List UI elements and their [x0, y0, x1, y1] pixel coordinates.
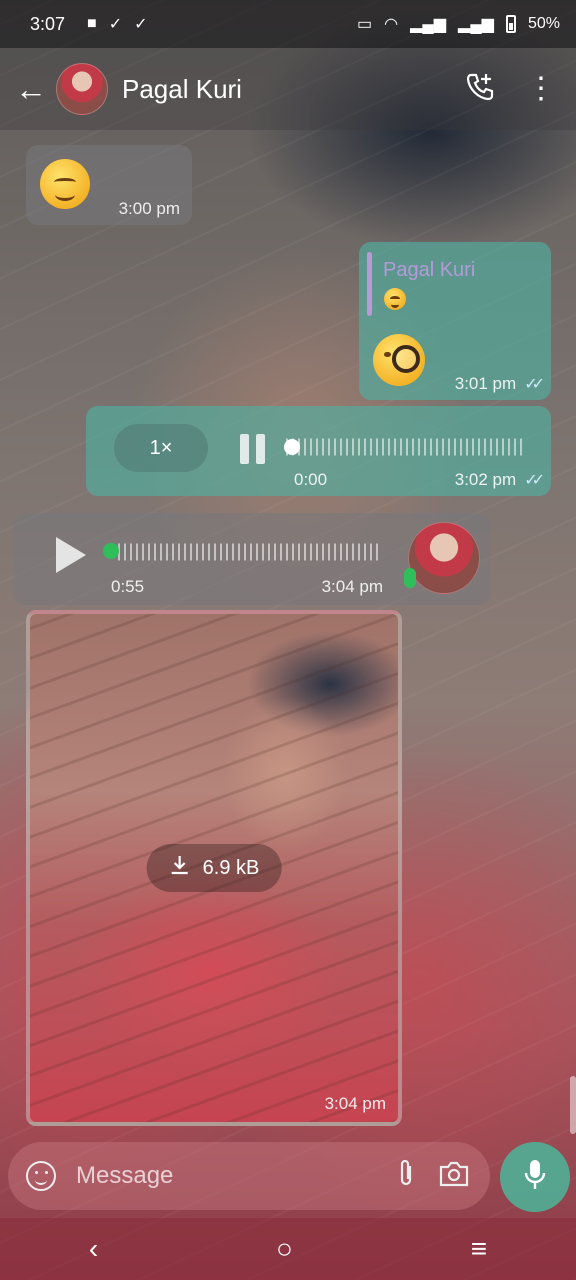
- message-time: 3:04 pm: [321, 577, 383, 596]
- reply-quote-bar: [367, 252, 372, 316]
- check-icon: ✓: [108, 16, 123, 33]
- playback-scrubber[interactable]: [284, 439, 300, 455]
- voice-message-outgoing[interactable]: 1× 0:00 3:02 pm ✓✓: [86, 406, 551, 496]
- sender-avatar: [408, 522, 480, 594]
- pause-icon[interactable]: [240, 434, 265, 464]
- add-call-icon[interactable]: [464, 71, 496, 108]
- voice-waveform[interactable]: [118, 538, 380, 566]
- playback-scrubber[interactable]: [103, 543, 119, 559]
- message-bubble-outgoing[interactable]: Pagal Kuri 3:01 pm ✓✓: [359, 242, 551, 400]
- reply-sender-name: Pagal Kuri: [383, 259, 476, 281]
- mic-icon: [404, 568, 416, 588]
- camera-icon[interactable]: [438, 1160, 470, 1193]
- back-arrow-icon[interactable]: ←: [6, 71, 56, 108]
- microphone-icon: [522, 1158, 548, 1197]
- read-ticks-icon: ✓✓: [524, 472, 545, 489]
- message-composer: [8, 1142, 490, 1210]
- voice-elapsed: 0:00: [294, 470, 328, 489]
- nav-back-icon[interactable]: ‹: [89, 1233, 98, 1265]
- contact-name[interactable]: Pagal Kuri: [122, 74, 242, 105]
- check-icon: ✓: [134, 16, 148, 33]
- scrollbar-thumb[interactable]: [570, 1076, 576, 1134]
- voice-duration: 0:55: [111, 577, 145, 596]
- message-bubble-incoming[interactable]: 3:00 pm: [26, 145, 192, 225]
- signal-icon: ▂▄▆: [410, 16, 447, 33]
- message-time: 3:02 pm: [454, 470, 517, 489]
- download-button[interactable]: 6.9 kB: [146, 844, 282, 892]
- nav-home-icon[interactable]: ○: [276, 1233, 293, 1265]
- voice-waveform[interactable]: [286, 433, 522, 461]
- wifi-icon: ◠: [384, 16, 399, 33]
- message-input[interactable]: [76, 1162, 396, 1190]
- more-options-icon[interactable]: ⋮: [526, 74, 556, 104]
- download-icon: [169, 854, 191, 882]
- battery-icon: [505, 15, 516, 33]
- message-time: 3:01 pm: [454, 374, 517, 393]
- emoji-icon[interactable]: [26, 1161, 56, 1191]
- voice-message-incoming[interactable]: 0:55 3:04 pm: [14, 513, 490, 605]
- photo-message[interactable]: 6.9 kB 3:04 pm: [26, 610, 402, 1126]
- playback-speed-button[interactable]: 1×: [114, 424, 208, 472]
- video-icon: ■: [87, 15, 97, 32]
- system-nav-bar: ‹ ○ ≡: [0, 1218, 576, 1280]
- voice-record-button[interactable]: [500, 1142, 570, 1212]
- status-bar: 3:07 ■ ✓ ✓ ▭ ◠ ▂▄▆ ▂▄▆ 50%: [0, 0, 576, 48]
- message-time: 3:04 pm: [324, 1094, 386, 1113]
- monocle-emoji-icon: [373, 334, 425, 386]
- quoted-emoji-icon: [384, 288, 406, 310]
- contact-avatar[interactable]: [56, 63, 108, 115]
- battery-level: 50%: [527, 15, 560, 32]
- read-ticks-icon: ✓✓: [524, 376, 545, 393]
- status-time: 3:07: [30, 13, 66, 34]
- nav-recents-icon[interactable]: ≡: [471, 1233, 487, 1265]
- signal-icon: ▂▄▆: [458, 16, 494, 33]
- chat-header: ← Pagal Kuri ⋮: [0, 48, 576, 130]
- cast-icon: ▭: [356, 16, 373, 33]
- play-icon[interactable]: [56, 537, 86, 573]
- attach-icon[interactable]: [396, 1158, 416, 1195]
- photo-size: 6.9 kB: [202, 856, 260, 879]
- message-time: 3:00 pm: [118, 199, 180, 218]
- smiling-emoji-icon: [40, 159, 90, 209]
